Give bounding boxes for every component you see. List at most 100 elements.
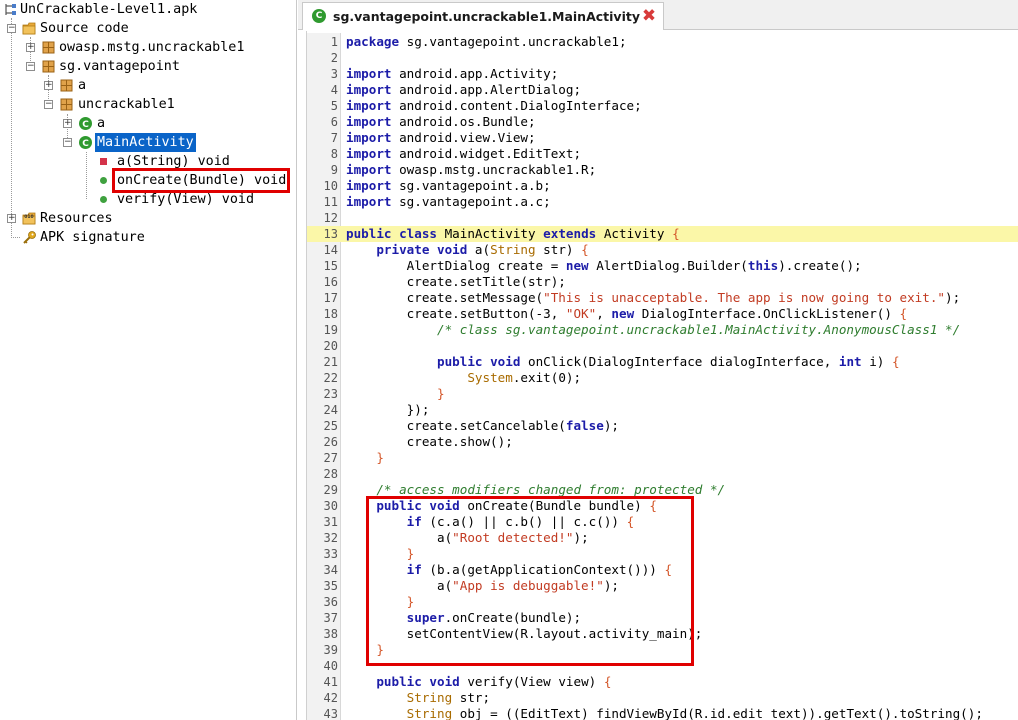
code-line-8[interactable]: 8 import android.widget.EditText; — [307, 146, 1018, 162]
expand-icon[interactable]: + — [7, 214, 16, 223]
code-line-13[interactable]: 13 public class MainActivity extends Acti… — [307, 226, 1018, 242]
tree-item-package-owasp[interactable]: + owasp.mstg.uncrackable1 — [0, 38, 296, 57]
line-number: 22 — [323, 371, 338, 385]
line-number: 41 — [323, 675, 338, 689]
code-line-7[interactable]: 7 import android.view.View; — [307, 130, 1018, 146]
line-number: 35 — [323, 579, 338, 593]
code-line-42[interactable]: 42 String str; — [307, 690, 1018, 706]
code-line-28[interactable]: 28 — [307, 466, 1018, 482]
tree-item-resources[interactable]: + 010 Resources — [0, 209, 296, 228]
svg-text:C: C — [82, 120, 89, 130]
code-text: import android.app.Activity; — [346, 66, 559, 81]
code-line-15[interactable]: 15 AlertDialog create = new AlertDialog.… — [307, 258, 1018, 274]
code-text: package sg.vantagepoint.uncrackable1; — [346, 34, 627, 49]
code-line-17[interactable]: 17 create.setMessage("This is unacceptab… — [307, 290, 1018, 306]
code-text: import android.app.AlertDialog; — [346, 82, 582, 97]
line-number: 7 — [330, 131, 338, 145]
code-text: import android.view.View; — [346, 130, 536, 145]
package-icon — [42, 41, 55, 54]
code-line-26[interactable]: 26 create.show(); — [307, 434, 1018, 450]
tree-item-apk[interactable]: UnCrackable-Level1.apk — [0, 0, 296, 19]
code-line-3[interactable]: 3 import android.app.Activity; — [307, 66, 1018, 82]
line-number: 5 — [330, 99, 338, 113]
code-line-12[interactable]: 12 — [307, 210, 1018, 226]
code-line-19[interactable]: 19 /* class sg.vantagepoint.uncrackable1… — [307, 322, 1018, 338]
code-line-20[interactable]: 20 — [307, 338, 1018, 354]
code-line-9[interactable]: 9 import owasp.mstg.uncrackable1.R; — [307, 162, 1018, 178]
expand-icon[interactable]: + — [63, 119, 72, 128]
collapse-icon[interactable]: − — [26, 62, 35, 71]
tab-label: sg.vantagepoint.uncrackable1.MainActivit… — [333, 9, 640, 24]
code-line-23[interactable]: 23 } — [307, 386, 1018, 402]
line-number: 10 — [323, 179, 338, 193]
code-line-18[interactable]: 18 create.setButton(-3, "OK", new Dialog… — [307, 306, 1018, 322]
code-line-16[interactable]: 16 create.setTitle(str); — [307, 274, 1018, 290]
line-number: 4 — [330, 83, 338, 97]
line-number: 12 — [323, 211, 338, 225]
line-number: 39 — [323, 643, 338, 657]
tree-label-package-owasp: owasp.mstg.uncrackable1 — [59, 40, 245, 55]
code-line-25[interactable]: 25 create.setCancelable(false); — [307, 418, 1018, 434]
line-number: 33 — [323, 547, 338, 561]
code-line-14[interactable]: 14 private void a(String str) { — [307, 242, 1018, 258]
collapse-icon[interactable]: − — [44, 100, 53, 109]
close-tab-icon[interactable]: ✖ — [641, 8, 657, 25]
class-icon: C — [79, 117, 92, 130]
tree-item-apk-signature[interactable]: APK signature — [0, 228, 296, 247]
code-text: AlertDialog create = new AlertDialog.Bui… — [346, 258, 862, 273]
line-number: 26 — [323, 435, 338, 449]
annotation-box-oncreate-code — [366, 496, 694, 666]
line-number: 2 — [330, 51, 338, 65]
code-line-41[interactable]: 41 public void verify(View view) { — [307, 674, 1018, 690]
code-text: }); — [346, 402, 430, 417]
code-line-27[interactable]: 27 } — [307, 450, 1018, 466]
line-number: 23 — [323, 387, 338, 401]
code-text: public void onClick(DialogInterface dial… — [437, 354, 900, 369]
code-text: import owasp.mstg.uncrackable1.R; — [346, 162, 597, 177]
code-line-10[interactable]: 10 import sg.vantagepoint.a.b; — [307, 178, 1018, 194]
code-line-5[interactable]: 5 import android.content.DialogInterface; — [307, 98, 1018, 114]
package-icon — [60, 79, 73, 92]
line-number: 16 — [323, 275, 338, 289]
code-line-11[interactable]: 11 import sg.vantagepoint.a.c; — [307, 194, 1018, 210]
line-number: 38 — [323, 627, 338, 641]
tree-label-mainactivity: MainActivity — [95, 133, 196, 152]
line-number: 43 — [323, 707, 338, 720]
code-line-4[interactable]: 4 import android.app.AlertDialog; — [307, 82, 1018, 98]
code-text: import android.content.DialogInterface; — [346, 98, 642, 113]
code-line-1[interactable]: 1 package sg.vantagepoint.uncrackable1; — [307, 34, 1018, 50]
tree-item-package-uncrackable1[interactable]: − uncrackable1 — [0, 95, 296, 114]
code-line-2[interactable]: 2 — [307, 50, 1018, 66]
tree-item-class-mainactivity[interactable]: − C MainActivity — [0, 133, 296, 152]
tree-item-package-sg[interactable]: − sg.vantagepoint — [0, 57, 296, 76]
code-line-6[interactable]: 6 import android.os.Bundle; — [307, 114, 1018, 130]
code-line-21[interactable]: 21 public void onClick(DialogInterface d… — [307, 354, 1018, 370]
line-number: 19 — [323, 323, 338, 337]
line-number: 27 — [323, 451, 338, 465]
collapse-icon[interactable]: − — [63, 138, 72, 147]
tree-item-package-a[interactable]: + a — [0, 76, 296, 95]
code-line-24[interactable]: 24 }); — [307, 402, 1018, 418]
svg-text:C: C — [82, 139, 89, 149]
code-text: create.show(); — [346, 434, 513, 449]
tree-item-source-code[interactable]: − Source code — [0, 19, 296, 38]
collapse-icon[interactable]: − — [7, 24, 16, 33]
package-icon — [60, 98, 73, 111]
code-text: System.exit(0); — [467, 370, 582, 385]
code-text: import android.os.Bundle; — [346, 114, 536, 129]
apk-tree-icon — [5, 4, 16, 15]
tree-label-source-code: Source code — [40, 21, 129, 36]
code-line-43[interactable]: 43 String obj = ((EditText) findViewById… — [307, 706, 1018, 720]
tree-guide — [11, 237, 20, 238]
project-tree-panel: UnCrackable-Level1.apk − Source code + o… — [0, 0, 297, 720]
tree-label-resources: Resources — [40, 211, 113, 226]
code-text: import sg.vantagepoint.a.c; — [346, 194, 551, 209]
expand-icon[interactable]: + — [26, 43, 35, 52]
tree-label-package-sg: sg.vantagepoint — [59, 59, 180, 74]
tab-mainactivity[interactable]: C sg.vantagepoint.uncrackable1.MainActiv… — [302, 2, 664, 30]
tree-item-class-a[interactable]: + C a — [0, 114, 296, 133]
expand-icon[interactable]: + — [44, 81, 53, 90]
code-line-22[interactable]: 22 System.exit(0); — [307, 370, 1018, 386]
line-number: 25 — [323, 419, 338, 433]
line-number: 20 — [323, 339, 338, 353]
